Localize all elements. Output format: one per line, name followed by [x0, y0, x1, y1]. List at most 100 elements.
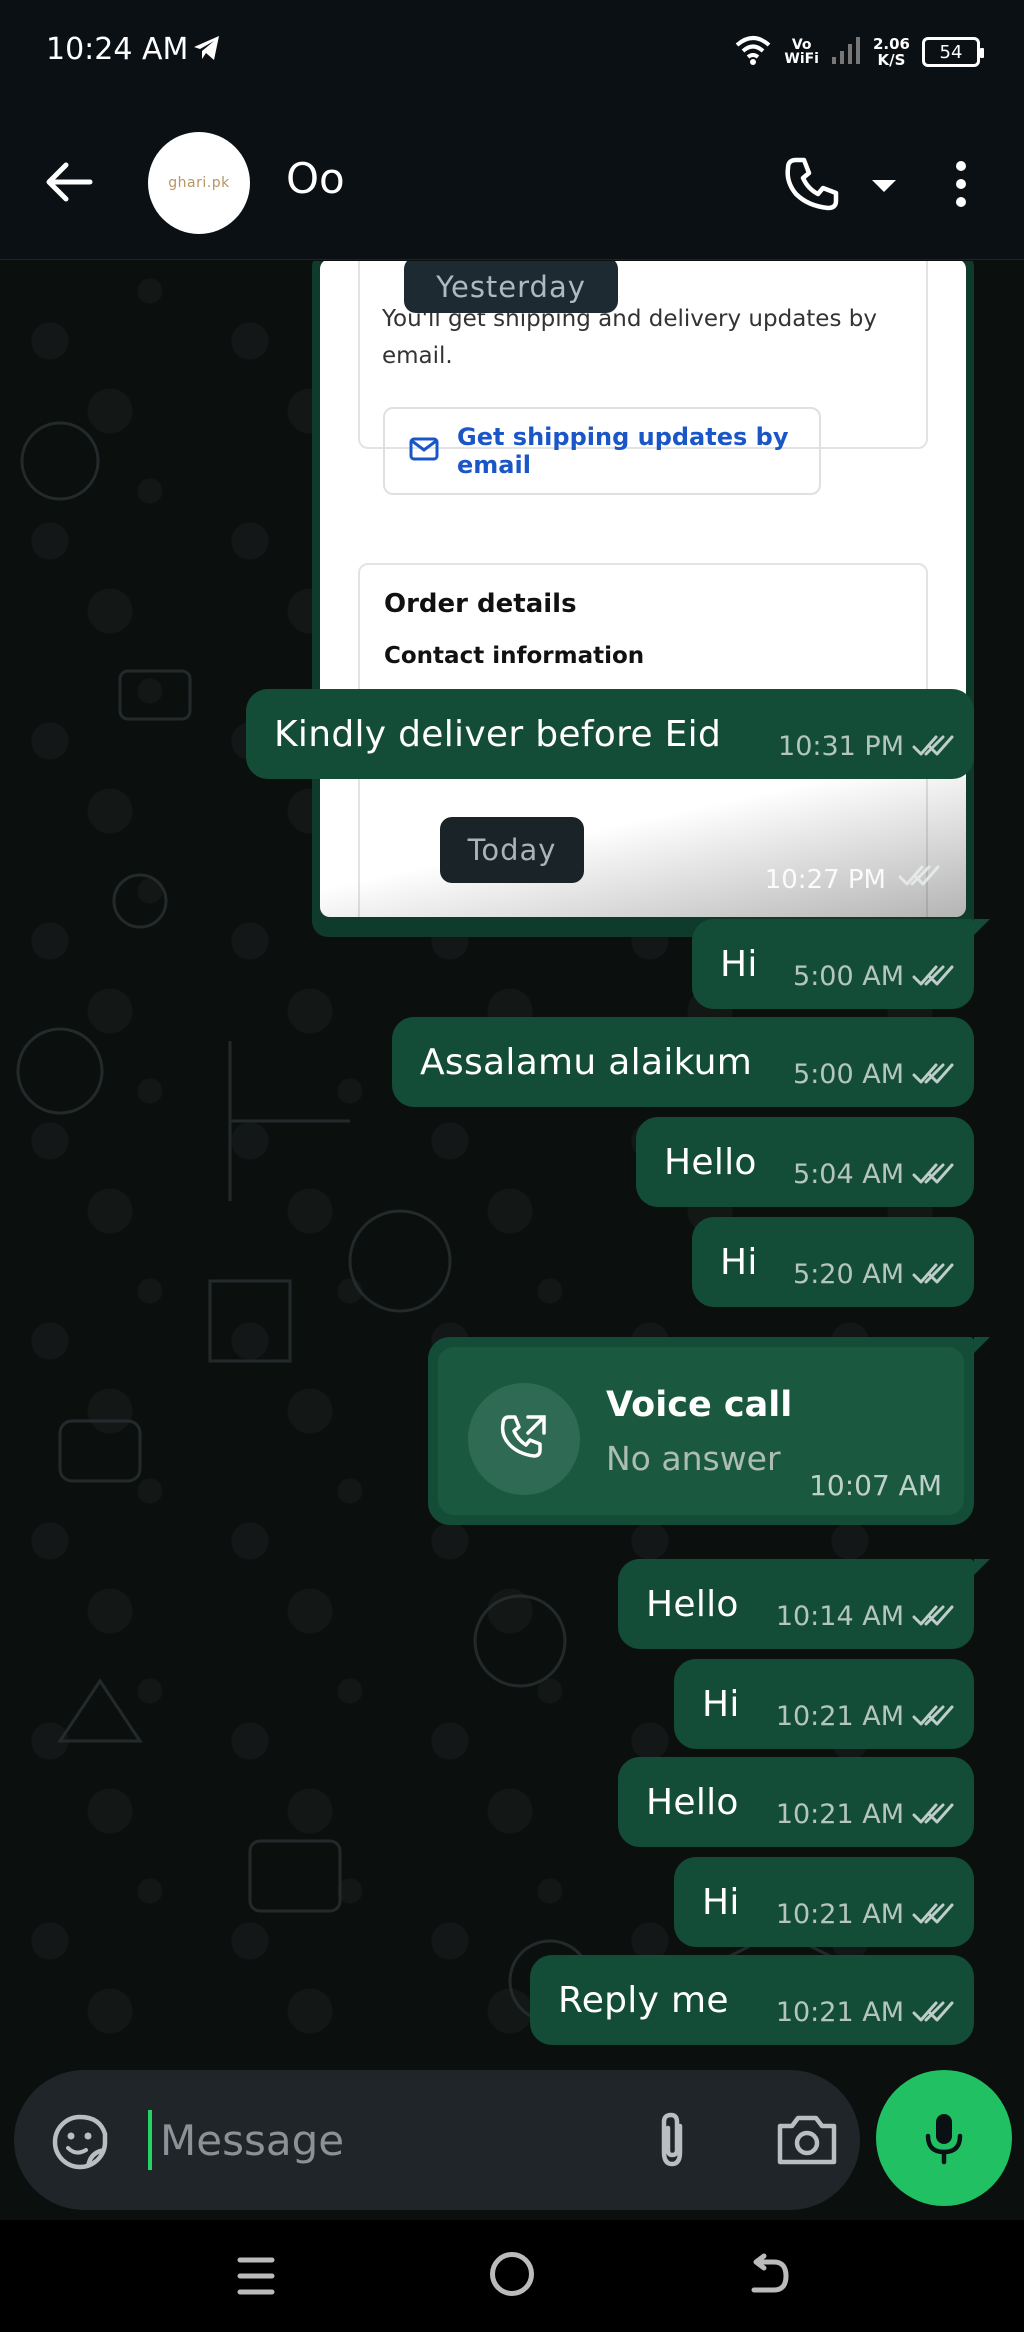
- order-details-title: Order details: [384, 589, 577, 619]
- more-vert-icon[interactable]: [946, 154, 976, 214]
- vo-label: Vo: [791, 37, 812, 53]
- telegram-icon: [192, 34, 222, 66]
- read-ticks-icon: [912, 1803, 954, 1824]
- read-ticks-icon: [912, 1063, 954, 1084]
- chevron-down-icon[interactable]: [868, 170, 900, 202]
- read-ticks-icon: [912, 735, 954, 756]
- status-bar: 10:24 AM Vo WiFi 2.06 K/S 54: [0, 0, 1024, 104]
- voice-call-card[interactable]: Voice call No answer 10:07 AM: [438, 1347, 964, 1515]
- message-text: Hi: [720, 943, 758, 985]
- message-time: 5:04 AM: [793, 1158, 904, 1190]
- message-text: Kindly deliver before Eid: [274, 713, 722, 755]
- message-meta: 10:21 AM: [752, 1899, 956, 1930]
- chat-header: ghari.pk Oo: [0, 104, 1024, 260]
- message-text: Assalamu alaikum: [420, 1041, 753, 1083]
- read-ticks-icon: [912, 1903, 954, 1924]
- read-ticks-icon: [912, 1705, 954, 1726]
- read-ticks-icon: [912, 2001, 954, 2022]
- signal-icon: [831, 35, 861, 69]
- read-ticks-icon: [898, 863, 940, 893]
- mail-icon: [409, 437, 439, 465]
- home-icon[interactable]: [490, 2252, 534, 2296]
- avatar[interactable]: ghari.pk: [148, 132, 250, 234]
- system-nav-bar: [0, 2220, 1024, 2332]
- message-bubble[interactable]: Reply me 10:21 AM: [530, 1955, 974, 2045]
- message-time: 10:14 AM: [775, 1600, 904, 1632]
- avatar-logo: ghari.pk: [168, 175, 230, 191]
- call-status: No answer: [606, 1439, 781, 1478]
- message-meta: 10:21 AM: [752, 1799, 956, 1830]
- message-meta: 5:20 AM: [769, 1259, 956, 1290]
- message-meta: 5:04 AM: [769, 1159, 956, 1190]
- message-bubble[interactable]: Hi 10:21 AM: [674, 1659, 974, 1749]
- message-meta: 10:31 PM: [754, 731, 956, 762]
- shipping-email-label: Get shipping updates by email: [457, 423, 789, 479]
- chat-area[interactable]: You'll get shipping and delivery updates…: [0, 261, 1024, 2076]
- recent-apps-icon[interactable]: [236, 2254, 276, 2298]
- message-time: 10:21 AM: [775, 1798, 904, 1830]
- speed-unit: K/S: [877, 51, 906, 69]
- message-time: 10:21 AM: [775, 1996, 904, 2028]
- message-meta: 10:14 AM: [752, 1601, 956, 1632]
- message-composer: [14, 2070, 860, 2210]
- message-time: 10:31 PM: [778, 730, 904, 762]
- message-time: 10:21 AM: [775, 1898, 904, 1930]
- message-meta: 5:00 AM: [769, 1059, 956, 1090]
- message-meta: 5:00 AM: [769, 961, 956, 992]
- message-text: Hello: [646, 1583, 739, 1625]
- message-time: 10:21 AM: [775, 1700, 904, 1732]
- contact-information-label: Contact information: [384, 643, 645, 669]
- paperclip-icon[interactable]: [642, 2110, 702, 2170]
- message-bubble[interactable]: Hello 10:14 AM: [618, 1559, 990, 1649]
- message-bubble[interactable]: Hi 5:00 AM: [692, 919, 990, 1009]
- nav-back-icon[interactable]: [744, 2252, 792, 2300]
- message-text: Hi: [702, 1683, 740, 1725]
- phone-icon[interactable]: [782, 154, 842, 214]
- read-ticks-icon: [912, 1263, 954, 1284]
- message-input[interactable]: [146, 2098, 586, 2182]
- battery-level: 54: [939, 41, 963, 63]
- message-text: Hi: [702, 1881, 740, 1923]
- battery-icon: 54: [922, 37, 984, 67]
- date-chip-today: Today: [440, 817, 584, 883]
- shipping-email-button: Get shipping updates by email: [383, 407, 821, 495]
- message-bubble[interactable]: Hello 10:21 AM: [618, 1757, 974, 1847]
- message-bubble[interactable]: Hi 10:21 AM: [674, 1857, 974, 1947]
- message-bubble[interactable]: Hello 5:04 AM: [636, 1117, 974, 1207]
- camera-icon[interactable]: [774, 2112, 840, 2168]
- message-text: Hello: [664, 1141, 757, 1183]
- status-time: 10:24 AM: [46, 32, 189, 67]
- call-title: Voice call: [606, 1385, 793, 1425]
- message-text: Hi: [720, 1241, 758, 1283]
- mic-icon: [925, 2114, 963, 2165]
- read-ticks-icon: [912, 965, 954, 986]
- message-text: Hello: [646, 1781, 739, 1823]
- message-bubble[interactable]: Kindly deliver before Eid 10:31 PM: [246, 689, 974, 779]
- wifi-icon: [734, 34, 772, 70]
- message-text: Reply me: [558, 1979, 729, 2021]
- message-meta: 10:21 AM: [752, 1997, 956, 2028]
- message-time: 5:00 AM: [793, 1058, 904, 1090]
- speed-value: 2.06: [872, 35, 910, 53]
- message-bubble[interactable]: Hi 5:20 AM: [692, 1217, 974, 1307]
- voice-call-message[interactable]: Voice call No answer 10:07 AM: [428, 1337, 990, 1525]
- network-speed: 2.06 K/S: [873, 36, 910, 68]
- status-indicators: Vo WiFi 2.06 K/S 54: [734, 32, 984, 72]
- wifi-label: WiFi: [784, 51, 819, 67]
- vowifi-indicator: Vo WiFi: [784, 38, 819, 66]
- read-ticks-icon: [912, 1163, 954, 1184]
- image-message[interactable]: You'll get shipping and delivery updates…: [312, 261, 974, 937]
- message-time: 10:27 PM: [764, 865, 886, 895]
- message-time: 10:07 AM: [809, 1469, 942, 1502]
- read-ticks-icon: [912, 1605, 954, 1626]
- message-time: 5:20 AM: [793, 1258, 904, 1290]
- back-arrow-icon[interactable]: [40, 154, 96, 210]
- mic-button[interactable]: [876, 2070, 1012, 2206]
- message-meta: 10:21 AM: [752, 1701, 956, 1732]
- message-bubble[interactable]: Assalamu alaikum 5:00 AM: [392, 1017, 974, 1107]
- outgoing-call-icon: [468, 1383, 580, 1495]
- contact-name[interactable]: Oo: [286, 154, 345, 203]
- order-email-screenshot[interactable]: You'll get shipping and delivery updates…: [320, 261, 966, 917]
- sticker-icon[interactable]: [50, 2112, 110, 2172]
- message-time: 5:00 AM: [793, 960, 904, 992]
